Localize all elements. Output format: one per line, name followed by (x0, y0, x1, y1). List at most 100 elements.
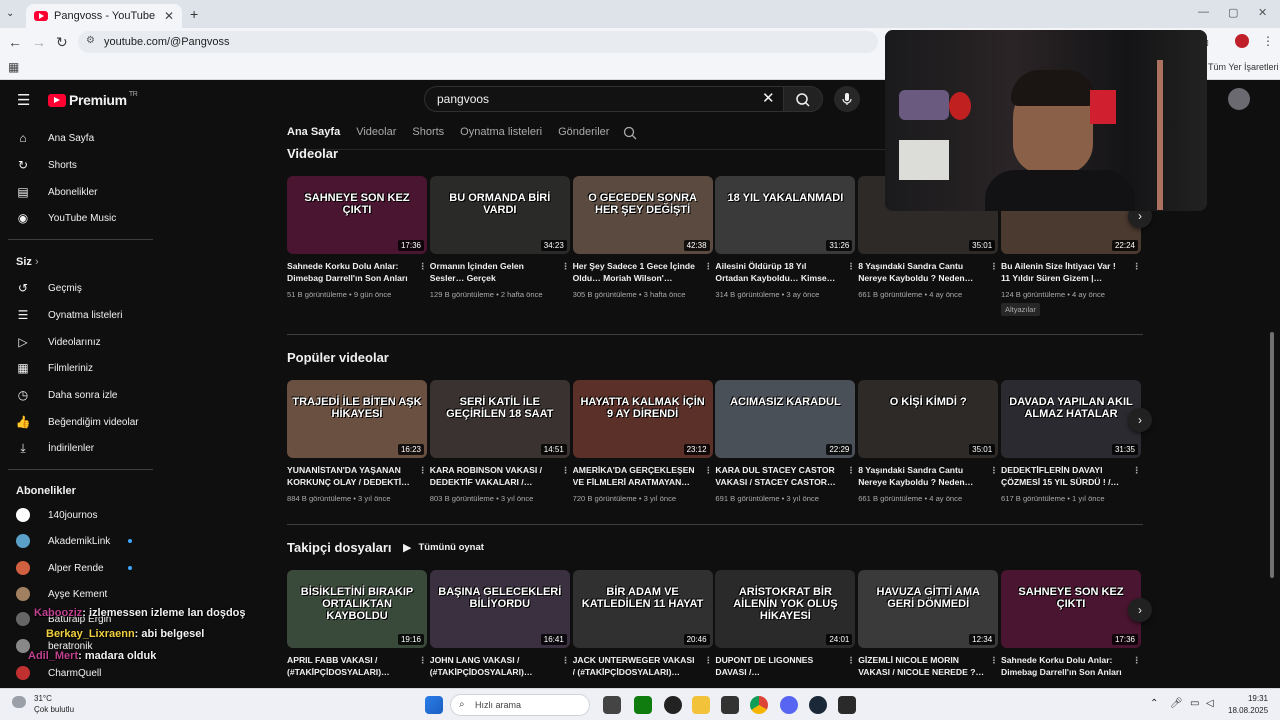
video-card[interactable]: DAVADA YAPILAN AKIL ALMAZ HATALAR 31:35 DE… (1001, 380, 1141, 503)
more-options-icon[interactable]: ⋮ (990, 464, 999, 476)
video-title[interactable]: YUNANİSTAN'DA YAŞANAN KORKUNÇ OLAY / DED… (287, 464, 427, 488)
video-card[interactable]: ARİSTOKRAT BİR AİLENİN YOK OLUŞ HİKAYESİ… (715, 570, 856, 678)
video-card[interactable]: BİR ADAM VE KATLEDİLEN 11 HAYAT 20:46 JACK… (572, 570, 713, 678)
more-options-icon[interactable]: ⋮ (1132, 260, 1141, 272)
menu-icon[interactable]: ⋮ (1262, 34, 1274, 48)
video-title[interactable]: JOHN LANG VAKASI / (#TAKİPÇİDOSYALARI)… ⋮ (430, 654, 570, 678)
sidebar-item-subscriptions[interactable]: ▤ Abonelikler (16, 181, 97, 203)
next-arrow-button[interactable]: › (1128, 408, 1152, 432)
channel-tab[interactable]: Oynatma listeleri (460, 126, 542, 138)
sidebar-item-playlists[interactable]: ☰ Oynatma listeleri (16, 304, 123, 326)
video-thumbnail[interactable]: ACIMASIZ KARADUL 22:29 (715, 380, 856, 458)
address-bar[interactable]: ⚙ youtube.com/@Pangvoss (78, 31, 878, 53)
video-thumbnail[interactable]: O GECEDEN SONRA HER ŞEY DEĞİŞTİ 42:38 (572, 176, 713, 254)
more-options-icon[interactable]: ⋮ (704, 654, 713, 666)
more-options-icon[interactable]: ⋮ (847, 260, 856, 272)
tray-chevron-icon[interactable]: ⌃ (1150, 698, 1158, 709)
microphone-tray-icon[interactable]: 🎤︎ (1170, 698, 1183, 709)
video-thumbnail[interactable]: HAVUZA GİTTİ AMA GERİ DÖNMEDİ 12:34 (858, 570, 999, 648)
sidebar-item-youtube-music[interactable]: ◉ YouTube Music (16, 207, 116, 229)
reload-icon[interactable]: ↻ (56, 35, 68, 49)
video-card[interactable]: 18 YIL YAKALANMADI 31:26 Ailesini Öldürüp … (715, 176, 856, 299)
voice-search-button[interactable] (834, 86, 860, 112)
video-thumbnail[interactable]: BİR ADAM VE KATLEDİLEN 11 HAYAT 20:46 (572, 570, 713, 648)
video-thumbnail[interactable]: TRAJEDİ İLE BİTEN AŞK HİKAYESİ 16:23 (287, 380, 427, 458)
sidebar-item-watch-later[interactable]: ◷ Daha sonra izle (16, 384, 118, 406)
video-card[interactable]: BU ORMANDA BİRİ VARDI 34:23 Ormanın İçinde… (429, 176, 570, 299)
video-thumbnail[interactable]: SAHNEYE SON KEZ ÇIKTI 17:36 (1001, 570, 1141, 648)
browser-tab[interactable]: Pangvoss - YouTube ✕ (26, 4, 182, 28)
new-tab-button[interactable]: + (190, 6, 198, 22)
video-thumbnail[interactable]: ARİSTOKRAT BİR AİLENİN YOK OLUŞ HİKAYESİ… (715, 570, 856, 648)
more-options-icon[interactable]: ⋮ (1132, 654, 1141, 666)
close-tab-icon[interactable]: ✕ (164, 9, 174, 23)
tab-search-button[interactable]: ⌄ (6, 8, 14, 19)
video-card[interactable]: TRAJEDİ İLE BİTEN AŞK HİKAYESİ 16:23 YUNAN… (287, 380, 427, 503)
more-options-icon[interactable]: ⋮ (561, 464, 570, 476)
section-title-videos[interactable]: Videolar (287, 146, 338, 161)
play-all-button[interactable]: ▶ Tümünü oynat (403, 541, 484, 554)
video-card[interactable]: HAYATTA KALMAK İÇİN 9 AY DİRENDİ 23:12 AME… (572, 380, 713, 503)
video-title[interactable]: GİZEMLİ NICOLE MORIN VAKASI / NICOLE NER… (858, 654, 998, 678)
video-card[interactable]: BİSİKLETİNİ BIRAKIP ORTALIKTAN KAYBOLDU 1… (287, 570, 427, 678)
sidebar-subscription-item[interactable]: CharmQuell (16, 662, 101, 684)
video-title[interactable]: KARA ROBINSON VAKASI / DEDEKTİF VAKALARI… (430, 464, 570, 488)
app-icon[interactable] (664, 696, 682, 714)
sidebar-you-header[interactable]: Siz › (16, 256, 39, 268)
video-title[interactable]: Her Şey Sadece 1 Gece İçinde Oldu… Moria… (573, 260, 713, 284)
channel-tab[interactable]: Shorts (412, 126, 444, 138)
file-explorer-icon[interactable] (692, 696, 710, 714)
video-card[interactable]: O KİŞİ KİMDİ ? 35:01 8 Yaşındaki Sandra Ca… (858, 380, 999, 503)
section-title-popular[interactable]: Popüler videolar (287, 350, 389, 365)
video-title[interactable]: DEDEKTİFLERİN DAVAYI ÇÖZMESİ 15 YIL SÜRD… (1001, 464, 1141, 488)
network-icon[interactable]: ▭ (1190, 698, 1199, 709)
clock[interactable]: 19:31 18.08.2025 (1228, 693, 1268, 717)
more-options-icon[interactable]: ⋮ (990, 654, 999, 666)
more-options-icon[interactable]: ⋮ (418, 654, 427, 666)
video-thumbnail[interactable]: SERİ KATİL İLE GEÇİRİLEN 18 SAAT 14:51 (429, 380, 570, 458)
sidebar-item-downloads[interactable]: ⤓ İndirilenler (16, 437, 94, 459)
profile-icon[interactable] (1235, 34, 1249, 48)
sidebar-item-movies[interactable]: ▦ Filmleriniz (16, 357, 93, 379)
video-title[interactable]: Ailesini Öldürüp 18 Yıl Ortadan Kayboldu… (715, 260, 855, 284)
more-options-icon[interactable]: ⋮ (704, 260, 713, 272)
all-bookmarks-link[interactable]: Tüm Yer İşaretleri (1208, 62, 1279, 72)
chrome-icon[interactable] (750, 696, 768, 714)
sidebar-subscription-item[interactable]: Alper Rende (16, 557, 132, 579)
more-options-icon[interactable]: ⋮ (1132, 464, 1141, 476)
channel-tab[interactable]: Videolar (356, 126, 396, 138)
channel-tab[interactable]: Ana Sayfa (287, 126, 340, 138)
more-options-icon[interactable]: ⋮ (847, 654, 856, 666)
sidebar-subscription-item[interactable]: Ayşe Kement (16, 583, 107, 605)
video-title[interactable]: Sahnede Korku Dolu Anlar: Dimebag Darrel… (287, 260, 427, 284)
video-card[interactable]: HAVUZA GİTTİ AMA GERİ DÖNMEDİ 12:34 GİZEML… (858, 570, 999, 678)
hamburger-menu-icon[interactable]: ☰ (17, 91, 30, 109)
youtube-premium-logo[interactable]: Premium TR (48, 91, 138, 108)
sidebar-item-home[interactable]: ⌂ Ana Sayfa (16, 127, 94, 149)
more-options-icon[interactable]: ⋮ (561, 654, 570, 666)
video-card[interactable]: O GECEDEN SONRA HER ŞEY DEĞİŞTİ 42:38 Her … (572, 176, 713, 299)
capcut-icon[interactable] (721, 696, 739, 714)
more-options-icon[interactable]: ⋮ (704, 464, 713, 476)
video-title[interactable]: 8 Yaşındaki Sandra Cantu Nereye Kayboldu… (858, 260, 998, 284)
site-info-icon[interactable]: ⚙ (86, 35, 95, 46)
start-icon[interactable] (425, 696, 443, 714)
maximize-button[interactable]: ▢ (1228, 6, 1238, 19)
minimize-button[interactable]: — (1198, 6, 1209, 18)
more-options-icon[interactable]: ⋮ (990, 260, 999, 272)
forward-icon[interactable]: → (32, 35, 46, 49)
video-title[interactable]: Ormanın İçinden Gelen Sesler… Gerçek Ola… (430, 260, 570, 284)
video-card[interactable]: SERİ KATİL İLE GEÇİRİLEN 18 SAAT 14:51 KAR… (429, 380, 570, 503)
next-arrow-button[interactable]: › (1128, 598, 1152, 622)
video-title[interactable]: AMERİKA'DA GERÇEKLEŞEN VE FİLMLERİ ARATM… (573, 464, 713, 488)
video-title[interactable]: APRIL FABB VAKASI / (#TAKİPÇİDOSYALARI)…… (287, 654, 427, 678)
video-card[interactable]: ACIMASIZ KARADUL 22:29 KARA DUL STACEY CAS… (715, 380, 856, 503)
video-title[interactable]: DUPONT DE LIGONNES DAVASI /… ⋮ (715, 654, 855, 678)
video-title[interactable]: Bu Ailenin Size İhtiyacı Var ! 11 Yıldır… (1001, 260, 1141, 284)
video-card[interactable]: BAŞINA GELECEKLERİ BİLİYORDU 16:41 JOHN LA… (429, 570, 570, 678)
more-options-icon[interactable]: ⋮ (847, 464, 856, 476)
search-input[interactable]: pangvoos (424, 86, 784, 112)
video-title[interactable]: 8 Yaşındaki Sandra Cantu Nereye Kayboldu… (858, 464, 998, 488)
video-thumbnail[interactable]: SAHNEYE SON KEZ ÇIKTI 17:36 (287, 176, 427, 254)
search-button[interactable] (783, 86, 823, 112)
